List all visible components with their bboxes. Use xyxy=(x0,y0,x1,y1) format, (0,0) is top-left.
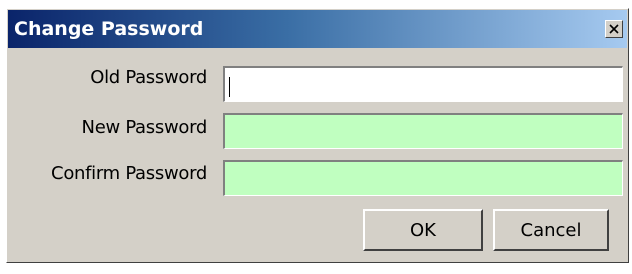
new-password-label: New Password xyxy=(81,117,208,138)
close-icon xyxy=(609,24,619,34)
ok-button[interactable]: OK xyxy=(363,209,483,251)
new-password-field[interactable] xyxy=(223,113,623,149)
dialog-title: Change Password xyxy=(14,18,204,40)
old-password-field[interactable] xyxy=(223,66,623,102)
confirm-password-field[interactable] xyxy=(223,160,623,196)
title-bar[interactable]: Change Password xyxy=(8,10,627,48)
close-button[interactable] xyxy=(605,20,623,38)
cancel-button[interactable]: Cancel xyxy=(493,209,609,251)
confirm-password-label: Confirm Password xyxy=(51,163,207,184)
text-caret xyxy=(229,77,230,97)
change-password-dialog: Change Password Old Password New Passwor… xyxy=(6,8,629,263)
old-password-label: Old Password xyxy=(90,67,207,88)
